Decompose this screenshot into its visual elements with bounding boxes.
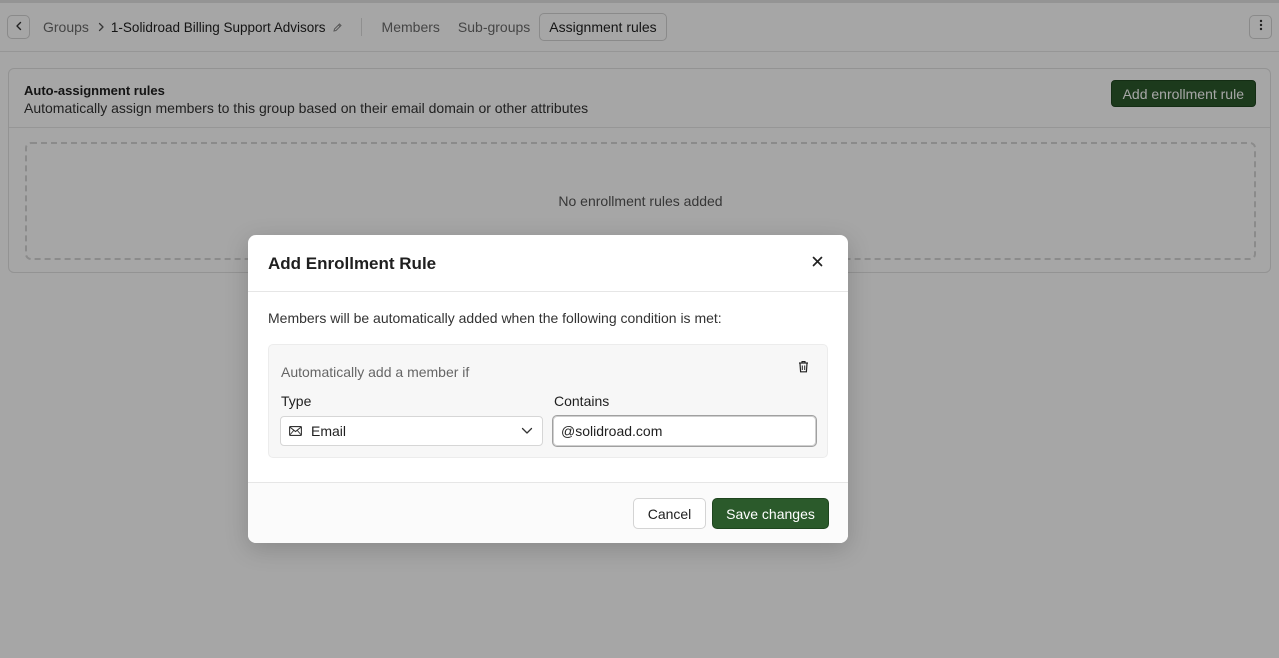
close-button[interactable]	[810, 256, 824, 270]
condition-label: Automatically add a member if	[281, 364, 470, 380]
chevron-down-icon	[521, 427, 533, 435]
condition-panel: Automatically add a member if Type Conta…	[268, 344, 828, 458]
trash-icon	[798, 360, 809, 378]
mail-icon	[289, 426, 302, 436]
save-changes-button[interactable]: Save changes	[712, 498, 829, 529]
cancel-button[interactable]: Cancel	[633, 498, 706, 529]
dialog-body: Members will be automatically added when…	[248, 292, 848, 482]
dialog-description: Members will be automatically added when…	[268, 310, 722, 326]
add-enrollment-rule-dialog: Add Enrollment Rule Members will be auto…	[248, 235, 848, 543]
close-icon	[812, 254, 823, 272]
contains-label: Contains	[554, 393, 610, 409]
dialog-title: Add Enrollment Rule	[268, 254, 437, 273]
dialog-footer: Cancel Save changes	[248, 482, 848, 543]
type-select-value: Email	[311, 423, 347, 439]
type-select[interactable]: Email	[280, 416, 543, 446]
type-label: Type	[281, 393, 312, 409]
delete-condition-button[interactable]	[796, 361, 810, 377]
dialog-header: Add Enrollment Rule	[248, 235, 848, 292]
contains-input[interactable]	[552, 415, 817, 447]
